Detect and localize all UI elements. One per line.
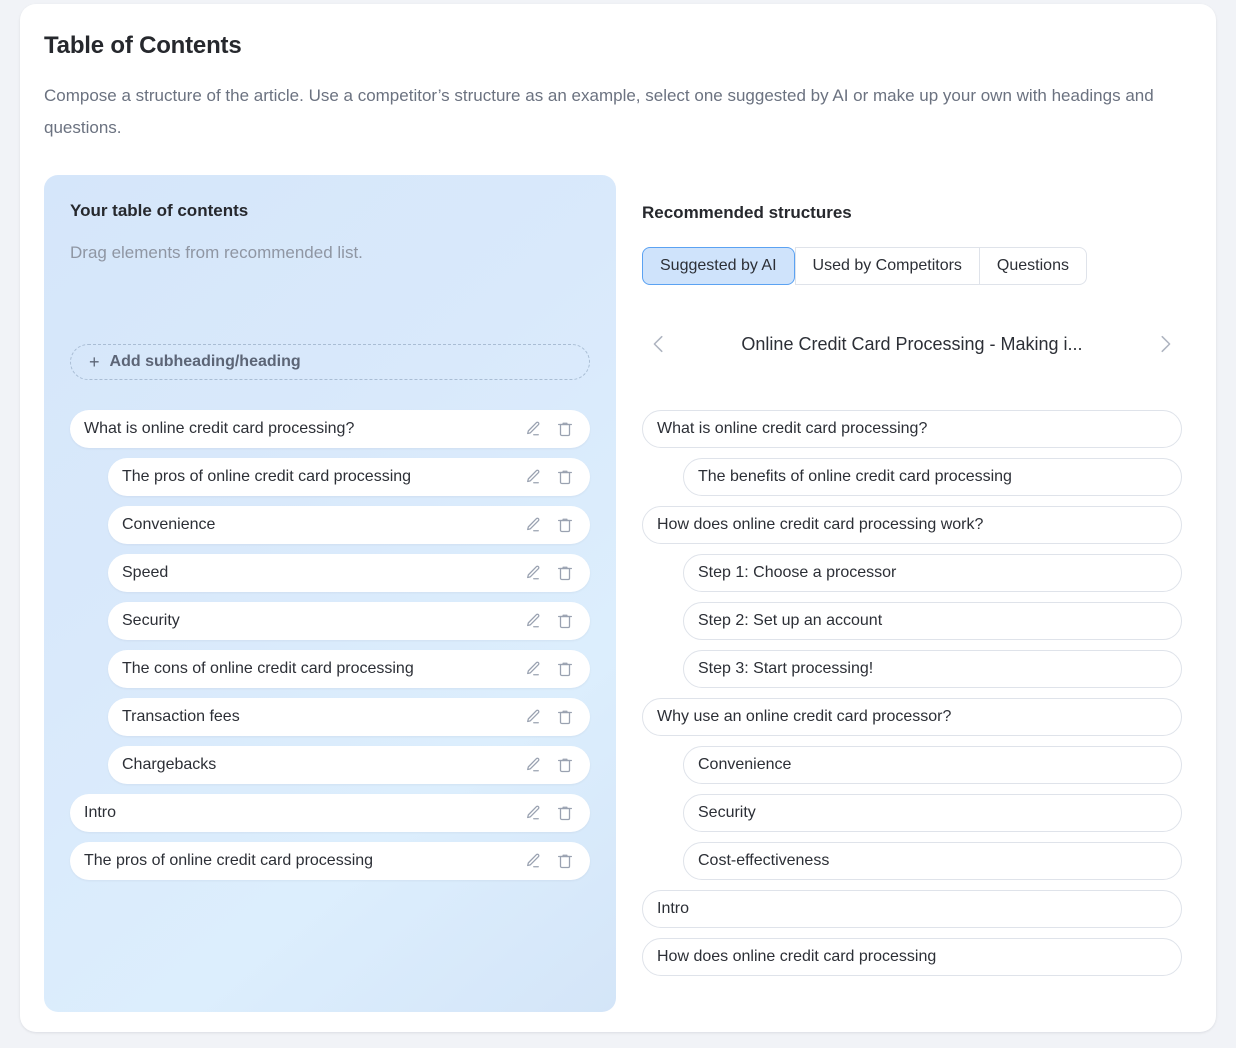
toc-row-actions <box>524 564 590 582</box>
recommended-row[interactable]: Cost-effectiveness <box>683 842 1182 880</box>
toc-panel-title: Your table of contents <box>70 201 249 220</box>
toc-row-actions <box>524 852 590 870</box>
chevron-right-icon[interactable] <box>1148 327 1182 361</box>
pencil-icon[interactable] <box>524 420 542 438</box>
recommended-row[interactable]: Step 3: Start processing! <box>683 650 1182 688</box>
tab-used-by-competitors[interactable]: Used by Competitors <box>794 247 979 285</box>
toc-row[interactable]: The pros of online credit card processin… <box>108 458 590 496</box>
pencil-icon[interactable] <box>524 708 542 726</box>
add-subheading-heading-label: Add subheading/heading <box>109 353 301 370</box>
toc-row-label: Speed <box>122 564 169 581</box>
chevron-left-icon[interactable] <box>642 327 676 361</box>
recommended-row[interactable]: Convenience <box>683 746 1182 784</box>
pencil-icon[interactable] <box>524 468 542 486</box>
trash-icon[interactable] <box>556 516 574 534</box>
toc-row-actions <box>524 612 590 630</box>
trash-icon[interactable] <box>556 804 574 822</box>
trash-icon[interactable] <box>556 708 574 726</box>
toc-panel-hint: Drag elements from recommended list. <box>70 243 363 262</box>
toc-row-label: Chargebacks <box>122 756 217 773</box>
recommended-row[interactable]: How does online credit card processing <box>642 938 1182 976</box>
toc-row-label: Intro <box>84 804 117 821</box>
page-title: Table of Contents <box>44 32 242 59</box>
recommended-row[interactable]: Security <box>683 794 1182 832</box>
recommended-row[interactable]: How does online credit card processing w… <box>642 506 1182 544</box>
tab-suggested-by-ai[interactable]: Suggested by AI <box>642 247 795 285</box>
pencil-icon[interactable] <box>524 612 542 630</box>
toc-row[interactable]: Transaction fees <box>108 698 590 736</box>
toc-row-label: Convenience <box>122 516 216 533</box>
trash-icon[interactable] <box>556 468 574 486</box>
your-table-of-contents-panel: Your table of contents Drag elements fro… <box>44 175 616 1012</box>
toc-row[interactable]: Security <box>108 602 590 640</box>
toc-row[interactable]: Convenience <box>108 506 590 544</box>
carousel-current-structure-title: Online Credit Card Processing - Making i… <box>741 333 1083 354</box>
toc-row-label: The pros of online credit card processin… <box>84 852 374 869</box>
recommended-row[interactable]: The benefits of online credit card proce… <box>683 458 1182 496</box>
toc-row-label: Transaction fees <box>122 708 240 725</box>
toc-row-label: The pros of online credit card processin… <box>122 468 412 485</box>
pencil-icon[interactable] <box>524 852 542 870</box>
toc-item-list: What is online credit card processing? Th… <box>44 410 616 890</box>
toc-row-actions <box>524 756 590 774</box>
trash-icon[interactable] <box>556 564 574 582</box>
toc-row-actions <box>524 468 590 486</box>
plus-icon: + <box>89 352 100 372</box>
pencil-icon[interactable] <box>524 660 542 678</box>
add-subheading-heading-button[interactable]: + Add subheading/heading <box>70 344 590 380</box>
page-subtitle: Compose a structure of the article. Use … <box>44 86 1154 137</box>
recommended-row[interactable]: Why use an online credit card processor? <box>642 698 1182 736</box>
toc-row-label: Security <box>122 612 180 629</box>
toc-row-actions <box>524 708 590 726</box>
recommended-row[interactable]: Step 1: Choose a processor <box>683 554 1182 592</box>
table-of-contents-card: Table of Contents Compose a structure of… <box>20 4 1216 1032</box>
recommended-structures-tabs: Suggested by AI Used by Competitors Questi… <box>642 247 1087 285</box>
trash-icon[interactable] <box>556 612 574 630</box>
structure-carousel: Online Credit Card Processing - Making i… <box>642 321 1182 367</box>
trash-icon[interactable] <box>556 660 574 678</box>
tab-questions[interactable]: Questions <box>978 247 1087 285</box>
toc-row[interactable]: Speed <box>108 554 590 592</box>
pencil-icon[interactable] <box>524 564 542 582</box>
toc-row-actions <box>524 660 590 678</box>
recommended-row[interactable]: Intro <box>642 890 1182 928</box>
trash-icon[interactable] <box>556 420 574 438</box>
recommended-structures-title: Recommended structures <box>642 203 852 222</box>
toc-row-label: What is online credit card processing? <box>84 420 355 437</box>
toc-row[interactable]: Chargebacks <box>108 746 590 784</box>
recommended-row[interactable]: Step 2: Set up an account <box>683 602 1182 640</box>
trash-icon[interactable] <box>556 756 574 774</box>
toc-row-actions <box>524 804 590 822</box>
screen-root: Table of Contents Compose a structure of… <box>0 0 1236 1048</box>
toc-row[interactable]: What is online credit card processing? <box>70 410 590 448</box>
pencil-icon[interactable] <box>524 804 542 822</box>
trash-icon[interactable] <box>556 852 574 870</box>
toc-row-label: The cons of online credit card processin… <box>122 660 414 677</box>
toc-row-actions <box>524 420 590 438</box>
pencil-icon[interactable] <box>524 516 542 534</box>
pencil-icon[interactable] <box>524 756 542 774</box>
toc-row[interactable]: Intro <box>70 794 590 832</box>
toc-row[interactable]: The pros of online credit card processin… <box>70 842 590 880</box>
toc-row-actions <box>524 516 590 534</box>
recommended-row[interactable]: What is online credit card processing? <box>642 410 1182 448</box>
toc-row[interactable]: The cons of online credit card processin… <box>108 650 590 688</box>
recommended-item-list: What is online credit card processing? Th… <box>642 410 1182 986</box>
